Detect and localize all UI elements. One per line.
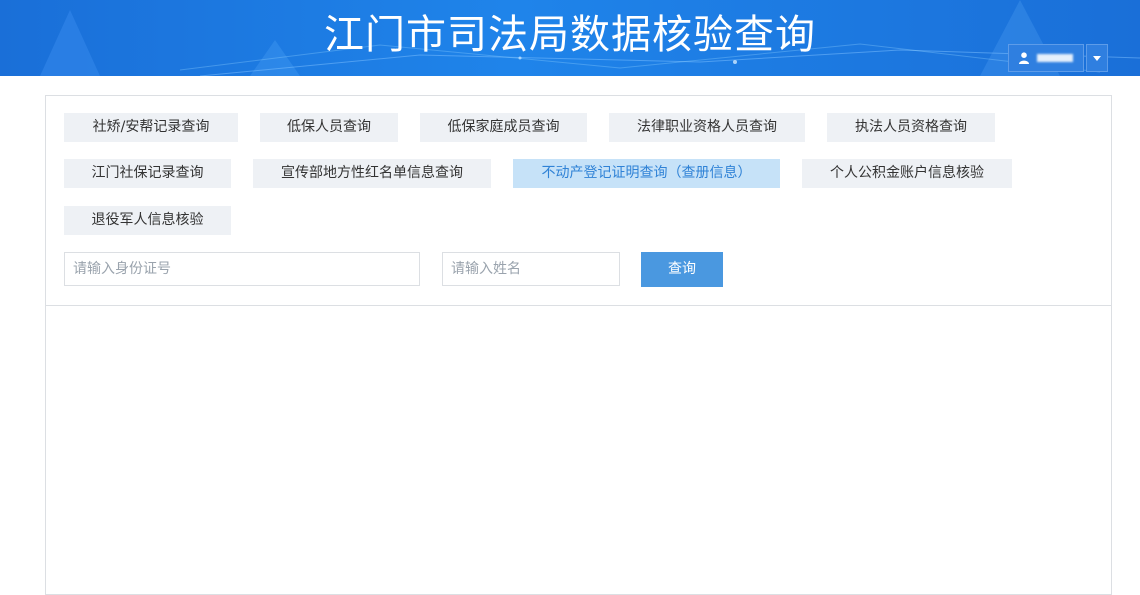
user-icon	[1019, 52, 1029, 64]
user-account-button[interactable]	[1008, 44, 1084, 72]
query-submit-button[interactable]: 查询	[641, 252, 723, 287]
query-type-button[interactable]: 江门社保记录查询	[64, 159, 231, 188]
id-number-input[interactable]	[64, 252, 420, 286]
query-type-button[interactable]: 低保家庭成员查询	[420, 113, 587, 142]
name-input[interactable]	[442, 252, 620, 286]
query-type-button[interactable]: 社矫/安帮记录查询	[64, 113, 238, 142]
query-type-button[interactable]: 宣传部地方性红名单信息查询	[253, 159, 491, 188]
query-type-button-active[interactable]: 不动产登记证明查询（查册信息）	[513, 159, 780, 188]
header-banner: 江门市司法局数据核验查询	[0, 0, 1140, 76]
query-type-button[interactable]: 退役军人信息核验	[64, 206, 231, 235]
query-type-button[interactable]: 法律职业资格人员查询	[609, 113, 805, 142]
query-type-button[interactable]: 低保人员查询	[260, 113, 398, 142]
panel-divider	[46, 305, 1111, 306]
page-title: 江门市司法局数据核验查询	[324, 12, 816, 58]
user-name-redacted	[1037, 54, 1073, 62]
query-type-button[interactable]: 个人公积金账户信息核验	[802, 159, 1012, 188]
user-dropdown-button[interactable]	[1086, 44, 1108, 72]
caret-down-icon	[1093, 55, 1101, 61]
query-type-button[interactable]: 执法人员资格查询	[827, 113, 995, 142]
user-menu[interactable]	[1008, 44, 1108, 72]
query-panel: 社矫/安帮记录查询 低保人员查询 低保家庭成员查询 法律职业资格人员查询 执法人…	[45, 95, 1112, 595]
